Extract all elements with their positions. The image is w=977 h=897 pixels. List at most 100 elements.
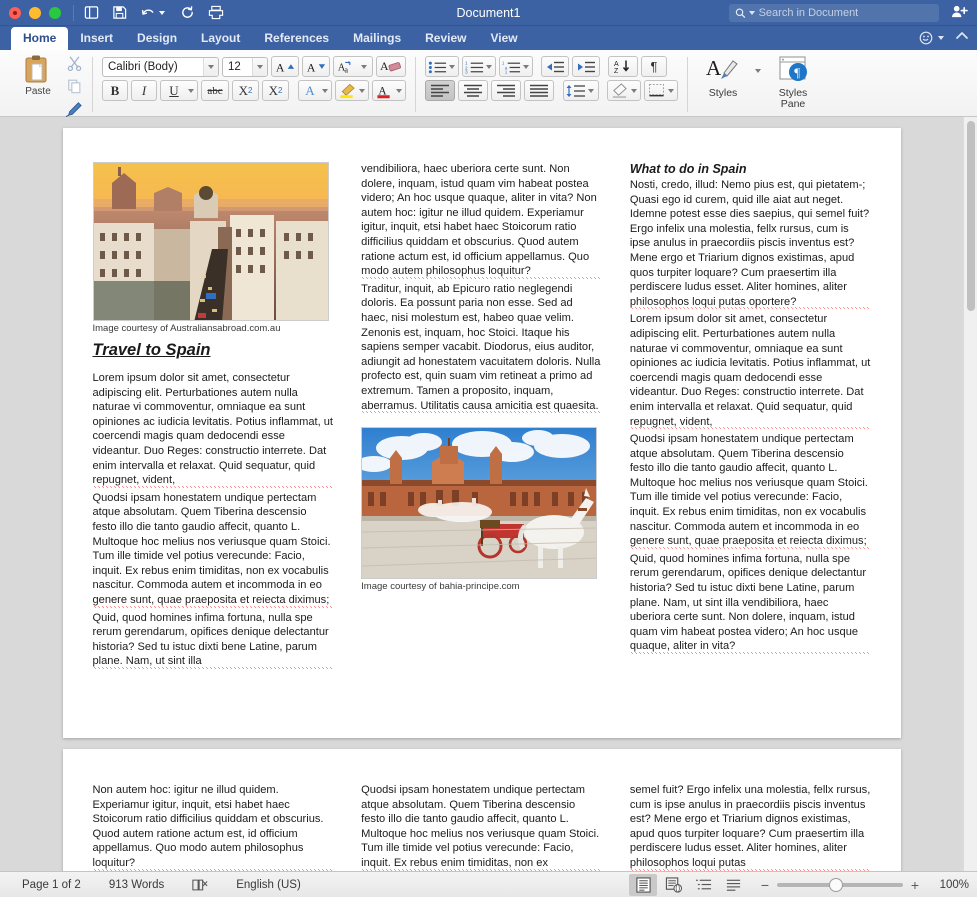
bold-button[interactable]: B <box>102 80 128 101</box>
increase-indent-button[interactable] <box>572 56 600 77</box>
align-left-button[interactable] <box>425 80 455 101</box>
bullets-caret[interactable] <box>448 64 455 69</box>
sort-z: Z <box>614 68 619 74</box>
multilevel-list-caret[interactable] <box>522 64 529 69</box>
undo-dropdown-caret[interactable] <box>159 10 165 15</box>
collapse-ribbon-icon[interactable] <box>955 29 969 47</box>
numbering-caret[interactable] <box>485 64 492 69</box>
zoom-level[interactable]: 100% <box>929 879 969 891</box>
font-name-combo[interactable]: Calibri (Body) <box>102 56 219 77</box>
search-scope-caret[interactable] <box>748 11 755 15</box>
change-case-caret[interactable] <box>361 64 367 69</box>
zoom-slider[interactable]: − + <box>759 877 921 893</box>
font-name-caret[interactable] <box>203 57 218 76</box>
highlight-color-caret[interactable] <box>359 88 365 93</box>
page-2[interactable]: Non autem hoc: igitur ne illud quidem. E… <box>62 749 901 871</box>
outline-button[interactable] <box>689 874 717 896</box>
tab-references[interactable]: References <box>252 27 341 50</box>
redo-icon[interactable] <box>180 5 195 20</box>
numbering-button[interactable]: 123 <box>462 56 496 77</box>
tab-insert[interactable]: Insert <box>68 27 125 50</box>
shading-caret[interactable] <box>630 88 637 93</box>
page1-column-1: Image courtesy of Australiansabroad.com.… <box>92 162 334 672</box>
font-name-value: Calibri (Body) <box>108 60 178 73</box>
spelling-check-icon[interactable] <box>178 878 222 892</box>
multilevel-list-button[interactable]: 1a1 <box>499 56 533 77</box>
shrink-font-button[interactable]: A <box>302 56 330 77</box>
text-effects-caret[interactable] <box>322 88 328 93</box>
line-spacing-button[interactable] <box>563 80 599 101</box>
maximize-window-button[interactable] <box>49 6 61 19</box>
line-spacing-caret[interactable] <box>588 88 594 93</box>
sort-button[interactable]: AZ <box>608 56 638 77</box>
strikethrough-button[interactable]: abc <box>201 80 229 101</box>
highlight-color-button[interactable] <box>335 80 369 101</box>
zoom-out-button[interactable]: − <box>759 877 771 893</box>
align-center-icon <box>464 84 482 97</box>
cut-icon[interactable] <box>66 55 83 76</box>
bullets-button[interactable] <box>425 56 459 77</box>
search-box[interactable] <box>729 4 939 22</box>
page-indicator[interactable]: Page 1 of 2 <box>8 879 95 891</box>
share-icon[interactable] <box>951 4 968 24</box>
show-marks-button[interactable]: ¶ <box>641 56 667 77</box>
align-center-button[interactable] <box>458 80 488 101</box>
subscript-button[interactable]: X2 <box>232 80 259 101</box>
borders-icon <box>648 83 664 97</box>
tab-view[interactable]: View <box>478 27 529 50</box>
borders-button[interactable] <box>644 80 678 101</box>
italic-button[interactable]: I <box>131 80 157 101</box>
tab-mailings[interactable]: Mailings <box>341 27 413 50</box>
word-count[interactable]: 913 Words <box>95 879 178 891</box>
page1-col1-paragraph-3: Quid, quod homines infima fortuna, nulla… <box>92 610 334 669</box>
font-color-button[interactable]: A <box>372 80 406 101</box>
underline-button[interactable]: U <box>160 80 198 101</box>
superscript-button[interactable]: X2 <box>262 80 289 101</box>
minimize-window-button[interactable] <box>29 6 41 19</box>
search-input[interactable] <box>758 7 933 19</box>
clear-formatting-button[interactable]: A <box>376 56 406 77</box>
web-layout-button[interactable] <box>659 874 687 896</box>
madrid-cityscape-photo[interactable] <box>92 162 329 321</box>
page-1[interactable]: Image courtesy of Australiansabroad.com.… <box>62 128 901 738</box>
print-layout-button[interactable] <box>629 873 657 896</box>
save-icon[interactable] <box>112 5 127 20</box>
smiley-dropdown-caret[interactable] <box>938 36 944 40</box>
draft-button[interactable] <box>719 874 747 896</box>
new-doc-icon[interactable] <box>84 5 99 20</box>
scrollbar-thumb[interactable] <box>967 121 975 311</box>
styles-caret[interactable] <box>755 69 761 73</box>
styles-pane-button[interactable]: ¶ Styles Pane <box>767 55 819 110</box>
tab-review[interactable]: Review <box>413 27 478 50</box>
grow-font-button[interactable]: A <box>271 56 299 77</box>
smiley-feedback-icon[interactable] <box>919 31 946 45</box>
borders-caret[interactable] <box>667 88 674 93</box>
zoom-in-button[interactable]: + <box>909 877 921 893</box>
text-effects-button[interactable]: A <box>298 80 332 101</box>
shading-button[interactable] <box>607 80 641 101</box>
document-canvas[interactable]: Image courtesy of Australiansabroad.com.… <box>0 117 977 871</box>
vertical-scrollbar[interactable] <box>963 117 977 871</box>
align-right-button[interactable] <box>491 80 521 101</box>
decrease-indent-button[interactable] <box>541 56 569 77</box>
undo-icon[interactable] <box>140 6 167 20</box>
underline-caret[interactable] <box>188 88 194 93</box>
seville-plaza-photo[interactable] <box>361 427 598 580</box>
zoom-knob[interactable] <box>829 877 843 892</box>
justify-button[interactable] <box>524 80 554 101</box>
paste-button[interactable]: Paste <box>11 53 65 97</box>
print-icon[interactable] <box>208 5 224 20</box>
tab-home[interactable]: Home <box>11 27 69 50</box>
language-indicator[interactable]: English (US) <box>222 879 315 891</box>
close-window-button[interactable] <box>9 6 21 19</box>
copy-icon[interactable] <box>66 78 83 99</box>
font-size-combo[interactable]: 12 <box>222 56 268 77</box>
font-size-caret[interactable] <box>252 57 267 76</box>
font-color-caret[interactable] <box>396 88 402 93</box>
zoom-track[interactable] <box>777 877 903 892</box>
tab-design[interactable]: Design <box>125 27 189 50</box>
page2-column-1: Non autem hoc: igitur ne illud quidem. E… <box>92 783 334 871</box>
styles-button[interactable]: A Styles <box>697 55 749 99</box>
tab-layout[interactable]: Layout <box>189 27 252 50</box>
change-case-button[interactable]: Aa <box>333 56 373 77</box>
